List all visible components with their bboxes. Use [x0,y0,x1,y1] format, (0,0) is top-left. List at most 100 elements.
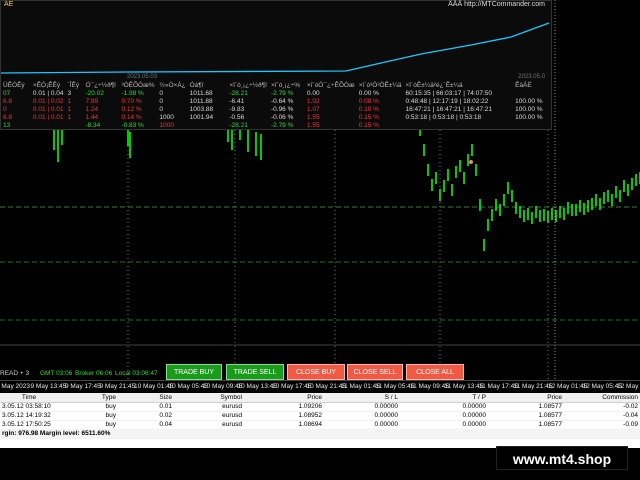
stats-cell: 0.14 % [121,113,142,121]
stats-cell: 0 [3,105,7,113]
stats-cell: -2.79 % [270,89,294,97]
time-axis-label: 11 May 05:45 [375,383,415,390]
stats-header-cell: ×ÊÓ¡ÊÊý [32,81,61,89]
stats-cell: 1.02 [306,97,320,105]
stats-cell: 0.01 | 0.01 [32,113,64,121]
order-cell: 1.08577 [488,420,564,430]
stats-cell: 1.55 [306,121,320,129]
stats-cell: 0.10 % [358,105,379,113]
stats-row: 13 -8.34 -0.83 % 1000 -28.21 -2.79 % 1.55 0.15 … [1,121,553,129]
order-cell: 1.08952 [244,411,324,421]
trade-buy-button[interactable]: TRADE BUY [166,364,222,380]
stats-cell [31,121,66,129]
panel-date-left: 2023.05.03 [127,74,158,80]
stats-header-cell: ´ÎÊý [67,81,80,89]
stats-cell [66,121,84,129]
terminal-column-header[interactable]: Size [118,393,174,403]
stats-cell: 0.00 % [358,89,379,97]
order-cell: 0.00000 [324,420,400,430]
mtcommander-panel: AE ÄÃÄ http://MTCommander.com 2023.05.03… [0,0,552,130]
stats-header-cell: ×î´óÓ¯¿÷ÊÕÒæ [306,81,355,89]
orders-table: Time Type Size Symbol Price S / LT / P Price Co… [0,393,640,439]
stats-cell: -1.98 % [121,89,144,97]
stats-cell: -9.83 [229,105,245,113]
stats-cell: 1 [67,113,72,121]
stats-cell: 13 [3,121,11,129]
status-broker: Broker 06:06 [75,370,113,377]
order-cell: eurusd [174,411,244,421]
stats-cell: 0.15 % [358,121,379,129]
equity-curve [1,22,550,74]
stats-cell: -0.06 % [270,113,294,121]
close-buy-button[interactable]: CLOSE BUY [287,364,345,380]
order-cell: -0.04 [564,411,640,421]
order-row[interactable]: 3.05.12 17:50:25 buy 0.04 eurusd 1.08694 0.00… [0,420,640,430]
terminal-column-header[interactable]: Symbol [174,393,244,403]
watermark: www.mt4.shop [496,446,628,470]
time-axis-label: 11 May 13:45 [444,383,484,390]
order-row[interactable]: 3.05.12 03:58:10 buy 0.01 eurusd 1.09206 0.00… [0,402,640,412]
terminal-column-header[interactable]: Type [58,393,118,403]
terminal-column-header[interactable]: Commission [564,393,640,403]
order-cell: -0.09 [564,420,640,430]
order-cell: eurusd [174,420,244,430]
stats-cell: 0.08 % [358,97,379,105]
stats-cell: 0.01 | 0.02 [32,97,64,105]
stats-header-cell: ×î´ó¸¡¿÷% [270,81,301,89]
order-cell: 0.00000 [400,402,488,412]
stats-header-cell: ×î´óÊ±¼ä²é¿´Ê±¼ä [405,81,463,89]
stats-row: 8.8 0.01 | 0.01 1 1.44 0.14 % 1000 1001.94 -0.5… [1,113,553,121]
stats-row: 0 0.01 | 0.01 1 1.24 0.12 % 0 1003.88 -9.83 -0.9… [1,105,553,113]
time-axis-label: 10 May 01:45 [134,383,174,390]
terminal-column-header[interactable]: S / L [324,393,400,403]
stats-cell: 0.70 % [121,97,142,105]
stats-cell: 1003.88 [189,105,214,113]
stats-cell: -20.02 [85,89,104,97]
stats-cell: 0.01 | 0.01 [32,105,64,113]
order-cell: -0.02 [564,402,640,412]
time-axis-label: 12 May 01:45 [548,383,588,390]
order-cell: 0.00000 [324,402,400,412]
stats-header-cell: ÜÊÓÊý [3,81,25,89]
stats-cell: -0.96 % [270,105,294,113]
stats-cell: 3 [67,89,72,97]
stats-cell: -2.79 % [270,121,294,129]
trade-terminal[interactable]: Time Type Size Symbol Price S / LT / P Price Co… [0,393,640,448]
stats-header-cell: ×î´ó¸¡¿÷½ð¶î [229,81,267,89]
margin-summary: rgin: 976.98 Margin level: 6511.60% [0,429,640,439]
trade-sell-button[interactable]: TRADE SELL [226,364,284,380]
stats-cell: 1011.88 [189,97,213,105]
stats-cell: 0:48:48 | 12:17:19 | 18:02:22 [405,97,489,105]
stats-cell: -8.34 [85,121,101,129]
stats-cell: 1000 [159,113,174,121]
stats-cell: 0.00 [306,89,320,97]
stats-header-cell: ½»Ò×Á¿ [159,81,186,89]
order-cell: eurusd [174,402,244,412]
stats-header-cell: Ó¯¿÷½ð¶î [85,81,116,89]
time-axis: 9 May 20239 May 13:459 May 17:459 May 21… [0,380,640,391]
stats-row: 07 0.01 | 0.04 3 -20.02 -1.98 % 0 1011.68 -28.2… [1,89,553,97]
stats-cell: -6.41 [229,97,245,105]
time-axis-label: 12 May 05:45 [582,383,622,390]
order-cell: 1.09206 [244,402,324,412]
terminal-column-header[interactable]: Price [244,393,324,403]
terminal-column-header[interactable]: T / P [400,393,488,403]
time-axis-label: 10 May 05:45 [168,383,208,390]
terminal-column-header[interactable]: Price [488,393,564,403]
order-cell: 3.05.12 17:50:25 [0,420,58,430]
time-axis-label: 11 May 17:45 [479,383,518,390]
stats-row: 6.8 0.01 | 0.02 1 7.99 0.70 % 0 1011.88 -6.41 -0… [1,97,553,105]
stats-cell: 1.55 [306,113,320,121]
stats-header-cell: ×î´ó³Ö²ÖÊ±¼ä [358,81,402,89]
stats-cell: 1001.94 [189,113,214,121]
time-axis-label: 10 May 09:45 [203,383,243,390]
close-sell-button[interactable]: CLOSE SELL [347,364,403,380]
status-line: READ + 3 GMT 03:06 Broker 06:06 Local 03… [0,370,160,380]
stats-cell: 100.00 % [515,113,543,121]
close-all-button[interactable]: CLOSE ALL [406,364,464,380]
stats-cell: 100.00 % [515,105,543,113]
panel-brand[interactable]: ÄÃÄ http://MTCommander.com [448,1,545,8]
terminal-column-header[interactable]: Time [0,393,58,403]
order-cell: 1.08694 [244,420,324,430]
order-row[interactable]: 3.05.12 14:19:32 buy 0.02 eurusd 1.08952 0.00… [0,411,640,421]
